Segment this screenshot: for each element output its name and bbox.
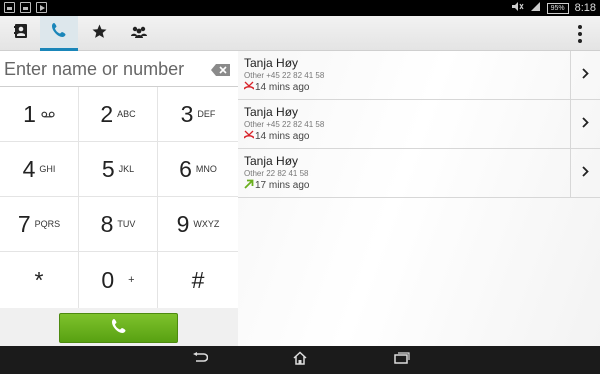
overflow-menu-icon[interactable]	[570, 23, 590, 45]
clock: 8:18	[574, 2, 596, 14]
groups-icon	[130, 25, 148, 43]
chevron-right-icon	[582, 164, 589, 182]
back-icon	[192, 351, 209, 369]
contact-name: Tanja Høy	[244, 154, 299, 168]
tab-contacts[interactable]	[2, 16, 40, 51]
status-bar: 95% 8:18	[0, 0, 600, 16]
voicemail-icon	[41, 105, 55, 123]
phone-icon	[111, 318, 127, 339]
dial-number-input[interactable]	[4, 57, 200, 81]
home-button[interactable]	[288, 350, 312, 370]
call-button[interactable]	[59, 313, 178, 343]
missed-call-icon	[243, 81, 255, 93]
call-details-button[interactable]	[570, 149, 600, 197]
signal-icon	[530, 1, 541, 15]
dialer-panel: 1 2 ABC 3 DEF 4 GHI 5 JKL 6 MNO 7 P	[0, 51, 238, 346]
key-5[interactable]: 5 JKL	[79, 142, 158, 197]
call-details-button[interactable]	[570, 51, 600, 99]
missed-call-icon	[243, 130, 255, 142]
key-star[interactable]: *	[0, 252, 79, 308]
contact-number: Other +45 22 82 41 58	[244, 120, 325, 129]
contact-name: Tanja Høy	[244, 56, 299, 70]
action-bar	[0, 16, 600, 51]
tab-favorites[interactable]	[80, 16, 118, 51]
contact-number: Other +45 22 82 41 58	[244, 71, 325, 80]
key-7[interactable]: 7 PQRS	[0, 197, 79, 252]
call-details-button[interactable]	[570, 100, 600, 148]
recent-apps-icon	[394, 351, 410, 369]
key-4[interactable]: 4 GHI	[0, 142, 79, 197]
call-time: 14 mins ago	[255, 81, 310, 93]
key-3[interactable]: 3 DEF	[158, 87, 238, 142]
contact-name: Tanja Høy	[244, 105, 299, 119]
keypad: 1 2 ABC 3 DEF 4 GHI 5 JKL 6 MNO 7 PQRS 8…	[0, 87, 238, 308]
call-time: 17 mins ago	[255, 180, 310, 191]
chevron-right-icon	[582, 66, 589, 84]
key-2[interactable]: 2 ABC	[79, 87, 158, 142]
contacts-icon	[14, 23, 28, 44]
mute-icon	[511, 1, 524, 15]
home-icon	[292, 350, 308, 370]
tab-phone[interactable]	[40, 16, 78, 51]
outgoing-call-icon	[244, 179, 254, 192]
navigation-bar	[0, 346, 600, 374]
play-icon	[36, 2, 47, 13]
star-icon	[92, 24, 107, 44]
key-6[interactable]: 6 MNO	[158, 142, 238, 197]
contact-number: Other 22 82 41 58	[244, 169, 309, 178]
recent-apps-button[interactable]	[390, 350, 414, 370]
key-0[interactable]: 0 +	[79, 252, 158, 308]
battery-icon: 95%	[546, 2, 569, 14]
backspace-icon[interactable]	[211, 63, 230, 76]
gallery-icon	[4, 2, 15, 13]
back-button[interactable]	[188, 350, 212, 370]
key-9[interactable]: 9 WXYZ	[158, 197, 238, 252]
call-area	[0, 308, 238, 346]
dial-input-row	[0, 51, 238, 87]
call-log-item[interactable]: Tanja Høy Other +45 22 82 41 58 14 mins …	[238, 100, 600, 149]
call-log: Tanja Høy Other +45 22 82 41 58 14 mins …	[238, 51, 600, 346]
call-time: 14 mins ago	[255, 130, 310, 142]
phone-icon	[51, 22, 67, 43]
key-1[interactable]: 1	[0, 87, 79, 142]
tab-groups[interactable]	[120, 16, 158, 51]
key-hash[interactable]: #	[158, 252, 238, 308]
call-log-item[interactable]: Tanja Høy Other 22 82 41 58 17 mins ago	[238, 149, 600, 198]
call-log-item[interactable]: Tanja Høy Other +45 22 82 41 58 14 mins …	[238, 51, 600, 100]
chevron-right-icon	[582, 115, 589, 133]
gallery-icon	[20, 2, 31, 13]
key-8[interactable]: 8 TUV	[79, 197, 158, 252]
